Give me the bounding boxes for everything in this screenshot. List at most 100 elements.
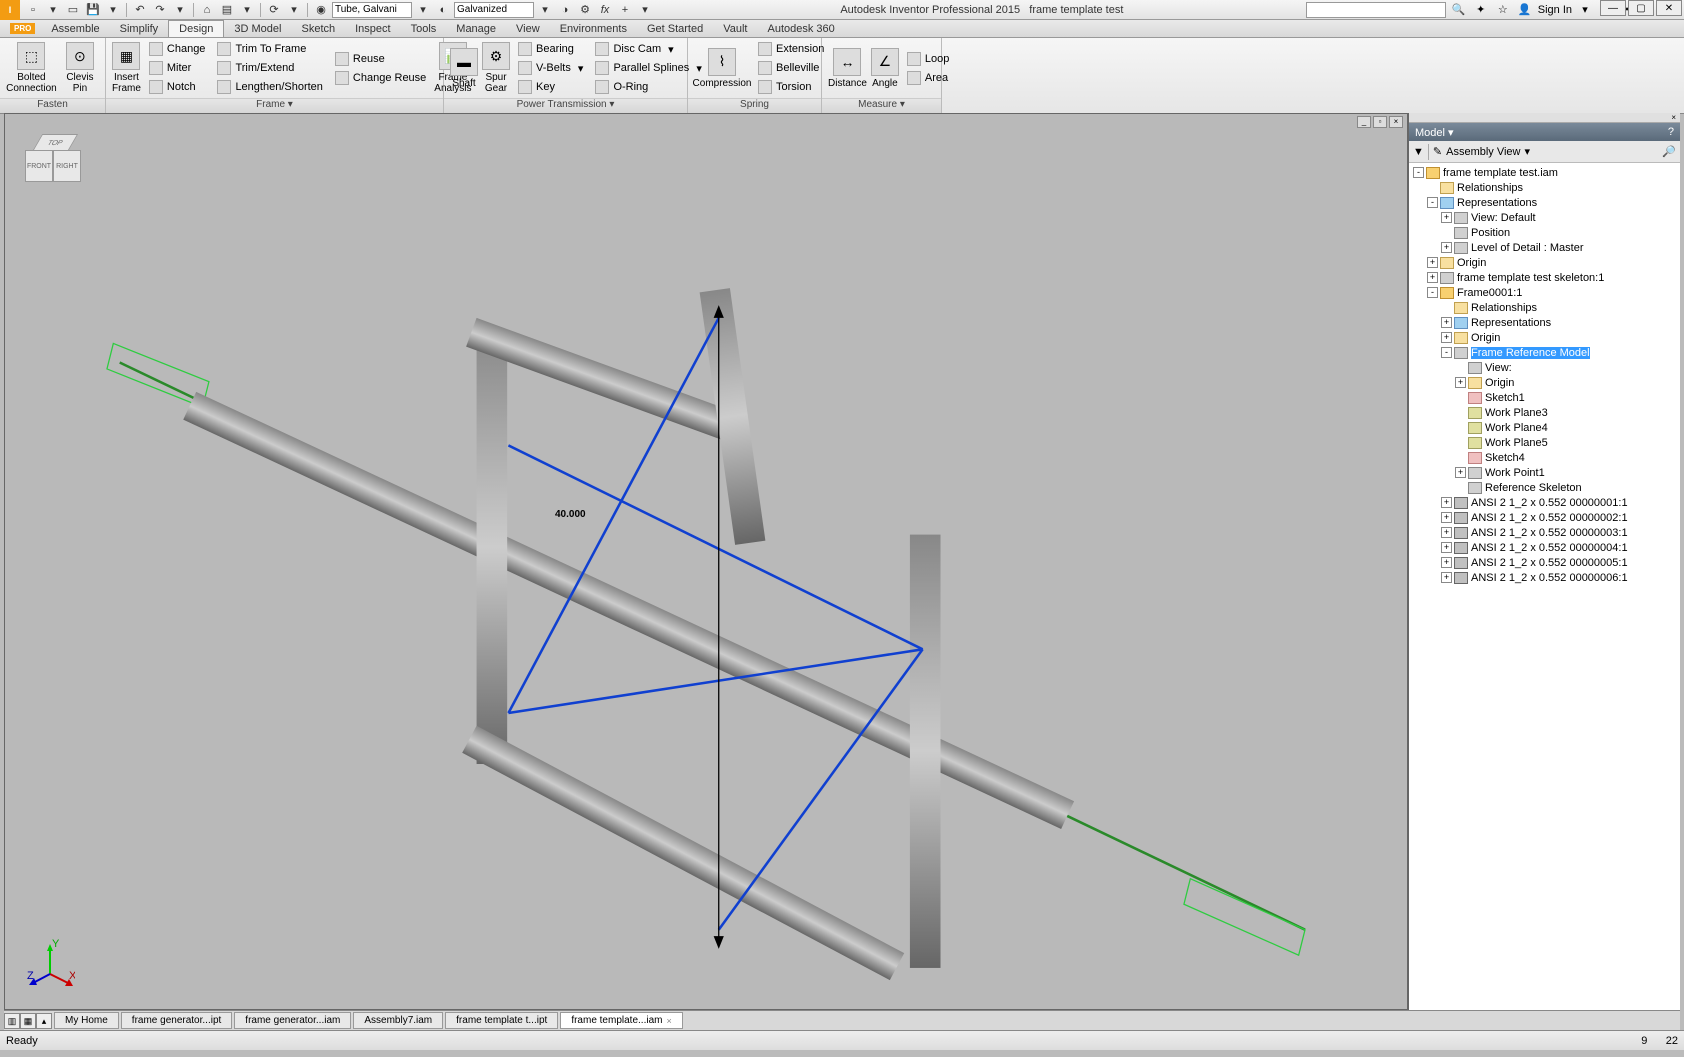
tab-get-started[interactable]: Get Started bbox=[637, 21, 713, 37]
adjust-icon[interactable]: ◑ bbox=[556, 2, 574, 18]
tree-node[interactable]: +Representations bbox=[1409, 315, 1680, 330]
undo-icon[interactable]: ↶ bbox=[131, 2, 149, 18]
expand-icon[interactable]: + bbox=[1455, 377, 1466, 388]
maximize-button[interactable]: ▢ bbox=[1628, 0, 1654, 16]
plus-icon[interactable]: + bbox=[616, 2, 634, 18]
tree-node[interactable]: +frame template test skeleton:1 bbox=[1409, 270, 1680, 285]
trim-to-frame-button[interactable]: Trim To Frame bbox=[213, 40, 326, 58]
document-tab[interactable]: Assembly7.iam bbox=[353, 1012, 443, 1029]
chevron-down-icon[interactable]: ▾ bbox=[536, 2, 554, 18]
chevron-down-icon[interactable]: ▾ bbox=[171, 2, 189, 18]
tab-simplify[interactable]: Simplify bbox=[110, 21, 169, 37]
tree-node[interactable]: Sketch1 bbox=[1409, 390, 1680, 405]
area-button[interactable]: Area bbox=[903, 69, 953, 87]
new-icon[interactable]: ▫ bbox=[24, 2, 42, 18]
tab-vault[interactable]: Vault bbox=[713, 21, 757, 37]
document-tab[interactable]: frame generator...ipt bbox=[121, 1012, 233, 1029]
tree-node[interactable]: Reference Skeleton bbox=[1409, 480, 1680, 495]
tree-node[interactable]: +ANSI 2 1_2 x 0.552 00000005:1 bbox=[1409, 555, 1680, 570]
document-tab[interactable]: My Home bbox=[54, 1012, 119, 1029]
panel-label[interactable]: Measure ▾ bbox=[822, 98, 941, 113]
browser-header[interactable]: Model ▾? bbox=[1409, 123, 1680, 141]
tab-assemble[interactable]: Assemble bbox=[41, 21, 109, 37]
redo-icon[interactable]: ↷ bbox=[151, 2, 169, 18]
material-icon[interactable]: ◉ bbox=[312, 2, 330, 18]
tree-node[interactable]: +ANSI 2 1_2 x 0.552 00000006:1 bbox=[1409, 570, 1680, 585]
material-dropdown[interactable] bbox=[332, 2, 412, 18]
chevron-down-icon[interactable]: ▾ bbox=[414, 2, 432, 18]
find-icon[interactable]: 🔎 bbox=[1662, 145, 1676, 158]
tree-node[interactable]: Work Plane4 bbox=[1409, 420, 1680, 435]
chevron-down-icon[interactable]: ▾ bbox=[104, 2, 122, 18]
chevron-down-icon[interactable]: ▾ bbox=[636, 2, 654, 18]
tab-3d-model[interactable]: 3D Model bbox=[224, 21, 291, 37]
expand-icon[interactable]: - bbox=[1413, 167, 1424, 178]
tree-node[interactable]: -Frame Reference Model bbox=[1409, 345, 1680, 360]
expand-icon[interactable]: + bbox=[1441, 542, 1452, 553]
extension-button[interactable]: Extension bbox=[754, 40, 828, 58]
expand-icon[interactable]: + bbox=[1441, 572, 1452, 583]
close-icon[interactable]: × bbox=[666, 1016, 671, 1026]
tree-node[interactable]: +ANSI 2 1_2 x 0.552 00000003:1 bbox=[1409, 525, 1680, 540]
belleville-button[interactable]: Belleville bbox=[754, 59, 828, 77]
update-icon[interactable]: ⟳ bbox=[265, 2, 283, 18]
tab-sketch[interactable]: Sketch bbox=[291, 21, 345, 37]
tab-grid-icon[interactable]: ▦ bbox=[20, 1013, 36, 1029]
signin-label[interactable]: Sign In bbox=[1538, 4, 1572, 16]
expand-icon[interactable]: + bbox=[1441, 512, 1452, 523]
tree-node[interactable]: +Level of Detail : Master bbox=[1409, 240, 1680, 255]
subscription-icon[interactable]: ✦ bbox=[1472, 2, 1490, 18]
open-icon[interactable]: ▭ bbox=[64, 2, 82, 18]
model-tree[interactable]: -frame template test.iamRelationships-Re… bbox=[1409, 163, 1680, 1010]
expand-icon[interactable]: + bbox=[1441, 557, 1452, 568]
settings-icon[interactable]: ⚙ bbox=[576, 2, 594, 18]
select-icon[interactable]: ▤ bbox=[218, 2, 236, 18]
torsion-button[interactable]: Torsion bbox=[754, 78, 828, 96]
key-button[interactable]: Key bbox=[514, 78, 587, 96]
tab-design[interactable]: Design bbox=[168, 20, 224, 37]
notch-button[interactable]: Notch bbox=[145, 78, 210, 96]
tab-inspect[interactable]: Inspect bbox=[345, 21, 400, 37]
tree-node[interactable]: +View: Default bbox=[1409, 210, 1680, 225]
change-button[interactable]: Change bbox=[145, 40, 210, 58]
expand-icon[interactable]: - bbox=[1427, 287, 1438, 298]
panel-label[interactable]: Power Transmission ▾ bbox=[444, 98, 687, 113]
tab-menu-icon[interactable]: ▴ bbox=[36, 1013, 52, 1029]
tree-node[interactable]: View: bbox=[1409, 360, 1680, 375]
help-search-input[interactable] bbox=[1306, 2, 1446, 18]
tree-node[interactable]: Relationships bbox=[1409, 300, 1680, 315]
chevron-down-icon[interactable]: ▾ bbox=[1576, 2, 1594, 18]
home-icon[interactable]: ⌂ bbox=[198, 2, 216, 18]
tab-list-icon[interactable]: ▥ bbox=[4, 1013, 20, 1029]
expand-icon[interactable]: + bbox=[1441, 212, 1452, 223]
tree-node[interactable]: +ANSI 2 1_2 x 0.552 00000001:1 bbox=[1409, 495, 1680, 510]
tree-node[interactable]: Position bbox=[1409, 225, 1680, 240]
compression-button[interactable]: ⌇Compression bbox=[694, 40, 750, 96]
loop-button[interactable]: Loop bbox=[903, 50, 953, 68]
reuse-button[interactable]: Reuse bbox=[331, 50, 430, 68]
chevron-down-icon[interactable]: ▾ bbox=[285, 2, 303, 18]
tree-node[interactable]: -frame template test.iam bbox=[1409, 165, 1680, 180]
bolted-connection-button[interactable]: ⬚Bolted Connection bbox=[6, 40, 57, 96]
chevron-down-icon[interactable]: ▾ bbox=[44, 2, 62, 18]
tab-environments[interactable]: Environments bbox=[550, 21, 637, 37]
expand-icon[interactable]: + bbox=[1427, 272, 1438, 283]
tree-node[interactable]: +Origin bbox=[1409, 330, 1680, 345]
tab-manage[interactable]: Manage bbox=[446, 21, 506, 37]
browser-close-icon[interactable]: × bbox=[1409, 113, 1680, 123]
shaft-button[interactable]: ▬Shaft bbox=[450, 40, 478, 96]
chevron-down-icon[interactable]: ▾ bbox=[1525, 145, 1531, 158]
clevis-pin-button[interactable]: ⊙Clevis Pin bbox=[61, 40, 99, 96]
tree-node[interactable]: +Work Point1 bbox=[1409, 465, 1680, 480]
assembly-view-dropdown[interactable]: Assembly View bbox=[1446, 146, 1520, 158]
document-tab[interactable]: frame template t...ipt bbox=[445, 1012, 558, 1029]
spur-gear-button[interactable]: ⚙Spur Gear bbox=[482, 40, 510, 96]
expand-icon[interactable]: + bbox=[1455, 467, 1466, 478]
angle-button[interactable]: ∠Angle bbox=[871, 40, 899, 96]
tab-autodesk-360[interactable]: Autodesk 360 bbox=[758, 21, 845, 37]
tree-node[interactable]: +Origin bbox=[1409, 255, 1680, 270]
close-button[interactable]: ✕ bbox=[1656, 0, 1682, 16]
distance-button[interactable]: ↔Distance bbox=[828, 40, 867, 96]
fx-icon[interactable]: fx bbox=[596, 2, 614, 18]
tree-node[interactable]: Relationships bbox=[1409, 180, 1680, 195]
